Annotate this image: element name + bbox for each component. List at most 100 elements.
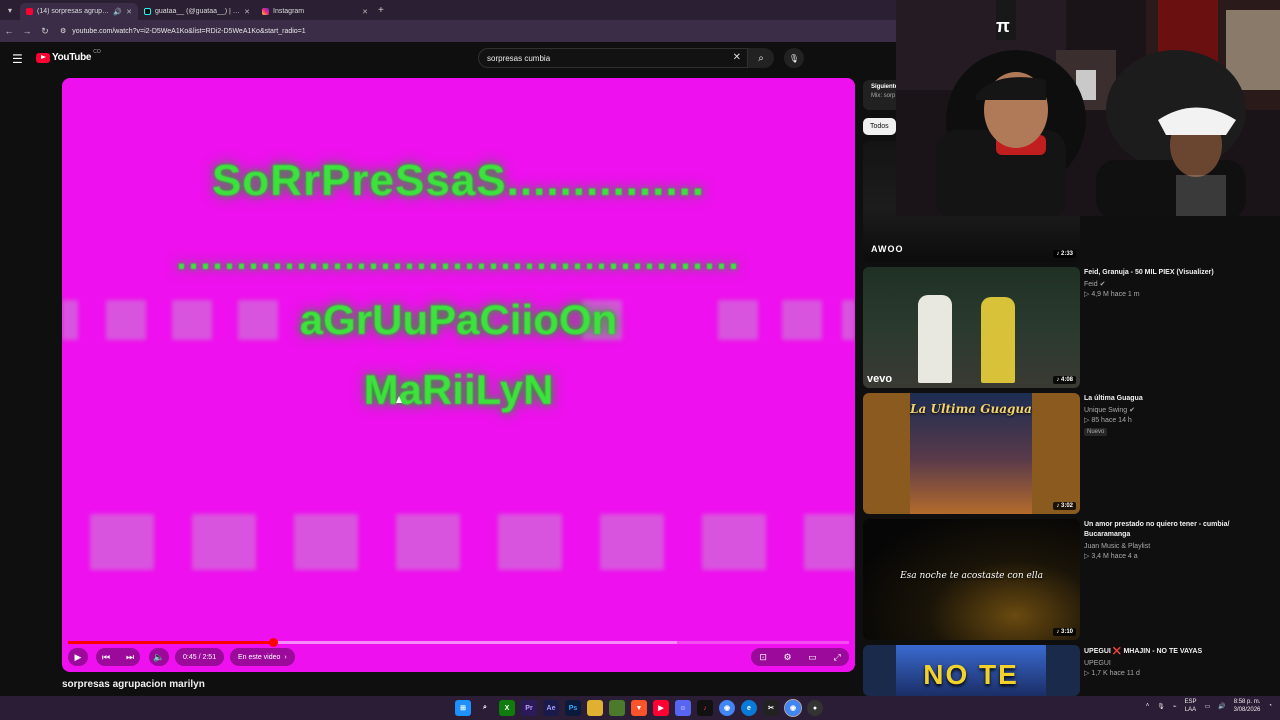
settings-icon[interactable]: ⚙ [784, 652, 792, 663]
app-icon[interactable] [609, 700, 625, 716]
channel-name: Juan Music & Playlist [1084, 543, 1151, 550]
premiere-icon[interactable]: Pr [521, 700, 537, 716]
thumbnail-text: Esa noche te acostaste con ella [900, 571, 1043, 581]
browser-tab-youtube[interactable]: (14) sorpresas agrupacion ... 🔊 ✕ [20, 3, 138, 20]
volume-icon[interactable]: 🔊 [1218, 703, 1225, 710]
chevron-up-icon[interactable]: ˄ [1146, 703, 1150, 709]
chevron-right-icon: › [284, 653, 287, 661]
thumbnail-text: La Ultima Guagua [910, 402, 1032, 416]
view-stats: 3,4 M hace 4 a [1091, 553, 1138, 560]
view-stats: 85 hace 14 h [1091, 417, 1132, 424]
after-effects-icon[interactable]: Ae [543, 700, 559, 716]
language-indicator[interactable]: ESP LAA [1185, 698, 1197, 714]
keyboard-layout: LAA [1184, 707, 1197, 713]
youtube-icon [26, 8, 33, 15]
url-field[interactable]: ⚙ youtube.com/watch?v=i2-D5WeA1Ko&list=R… [60, 27, 306, 36]
browser-tab-instagram[interactable]: Instagram ✕ [256, 3, 374, 20]
discord-icon[interactable]: ☺ [675, 700, 691, 716]
recommended-video-meta[interactable]: UPEGUI ❌ MHAJIN - NO TE VAYAS UPEGUI ▷ 1… [1084, 647, 1274, 679]
theater-mode-icon[interactable]: ▭ [808, 652, 817, 663]
video-card-title: UPEGUI ❌ MHAJIN - NO TE VAYAS [1084, 648, 1203, 655]
video-text-line: SoRrPreSsaS............... [211, 156, 706, 205]
time-display: 0:45 / 2:51 [175, 648, 225, 666]
video-blur-square [192, 514, 256, 570]
menu-icon[interactable]: ☰ [12, 52, 23, 66]
youtube-app-icon[interactable]: ▶ [653, 700, 669, 716]
next-button[interactable]: ⏭ [120, 648, 140, 666]
photoshop-icon[interactable]: Ps [565, 700, 581, 716]
chapters-button[interactable]: En este video › [230, 648, 295, 666]
video-text-line: ........................................… [176, 236, 741, 277]
chrome-active-icon[interactable]: ◉ [784, 699, 802, 717]
new-tab-icon[interactable]: + [378, 5, 384, 16]
clear-search-icon[interactable]: ✕ [733, 52, 741, 63]
recommended-video-meta[interactable]: Feid, Granuja - 50 MIL PIEX (Visualizer)… [1084, 268, 1274, 300]
network-icon[interactable]: ▭ [1205, 703, 1211, 710]
forward-icon[interactable]: → [18, 26, 36, 36]
play-icon: ▶ [74, 651, 82, 662]
tab-list-icon[interactable]: ▾ [0, 0, 20, 20]
scrubber-handle[interactable] [269, 638, 279, 647]
subtitles-icon[interactable]: ⊡ [759, 652, 767, 663]
language-code: ESP [1184, 699, 1197, 705]
video-text-line: MaRiiLyN [363, 366, 554, 413]
tiktok-app-icon[interactable]: ♪ [697, 700, 713, 716]
video-blur-square [804, 514, 855, 570]
filter-chip-all[interactable]: Todos [863, 118, 896, 135]
tab-title: guataa__ (@guataa__) | TikTok [155, 8, 240, 15]
previous-button[interactable]: ⏮ [96, 648, 116, 666]
progress-bar[interactable] [68, 638, 849, 647]
volume-button[interactable]: 🔈 [149, 648, 169, 666]
tab-title: Instagram [273, 8, 305, 15]
duration-text: 2:33 [1060, 251, 1073, 257]
fullscreen-icon[interactable]: ⤢ [833, 652, 840, 663]
search-icon: ⌕ [758, 52, 764, 64]
back-icon[interactable]: ← [0, 26, 18, 36]
video-blur-square [498, 514, 562, 570]
recommended-video-thumbnail[interactable]: La Ultima Guagua ♪ 3:02 [863, 393, 1080, 514]
microphone-icon[interactable]: 🎙 [1157, 703, 1165, 710]
capcut-icon[interactable]: ✂ [763, 700, 779, 716]
app-icon[interactable]: ● [807, 700, 823, 716]
chrome-icon[interactable]: ◉ [719, 700, 735, 716]
close-tab-icon[interactable]: ✕ [362, 8, 368, 16]
thumbnail-figure [918, 295, 952, 383]
video-player[interactable]: SoRrPreSsaS............... .............… [62, 78, 855, 672]
close-tab-icon[interactable]: ✕ [244, 8, 250, 16]
video-blur-square [294, 514, 358, 570]
time-text: 0:45 / 2:51 [183, 653, 217, 661]
edge-icon[interactable]: e [741, 700, 757, 716]
thumbnail-text: NO TE [923, 659, 1019, 690]
reload-icon[interactable]: ↻ [36, 26, 54, 37]
speaker-icon[interactable]: 🔊 [113, 8, 122, 16]
notifications-icon[interactable]: ◔ [1268, 703, 1272, 709]
duration-text: 3:02 [1060, 503, 1073, 509]
recommended-video-thumbnail[interactable]: vevo ♪ 4:08 [863, 267, 1080, 388]
recommended-video-meta[interactable]: La última Guagua Unique Swing ✔ ▷ 85 hac… [1084, 394, 1274, 436]
search-input[interactable]: sorpresas cumbia ✕ [478, 48, 748, 68]
duration-badge: ♪ 3:02 [1053, 502, 1076, 510]
recommended-video-thumbnail[interactable]: NO TE [863, 645, 1080, 696]
search-button[interactable]: ⌕ [748, 48, 774, 68]
usb-icon[interactable]: ⌁ [1173, 703, 1177, 710]
played-bar [68, 641, 274, 644]
recommended-video-meta[interactable]: Un amor prestado no quiero tener - cumbi… [1084, 520, 1274, 562]
youtube-logo[interactable]: YouTube CO [36, 49, 101, 63]
logo-mark: π [996, 16, 1010, 36]
video-text-line: aGrUuPaCiioOn [299, 296, 618, 343]
chip-label: Todos [870, 123, 889, 130]
close-tab-icon[interactable]: ✕ [126, 8, 132, 16]
start-icon[interactable]: ⊞ [455, 700, 471, 716]
taskbar-apps: ⊞ ⌕ X Pr Ae Ps ▼ ▶ ☺ ♪ ◉ e ✂ ◉ ● [455, 699, 823, 717]
xbox-icon[interactable]: X [499, 700, 515, 716]
file-explorer-icon[interactable] [587, 700, 603, 716]
search-icon[interactable]: ⌕ [477, 700, 493, 716]
recommended-video-thumbnail[interactable]: Esa noche te acostaste con ella ♪ 3:10 [863, 519, 1080, 640]
brave-icon[interactable]: ▼ [631, 700, 647, 716]
site-info-icon[interactable]: ⚙ [60, 27, 66, 35]
clock[interactable]: 8:58 p. m. 3/08/2026 [1234, 698, 1261, 714]
browser-tab-tiktok[interactable]: guataa__ (@guataa__) | TikTok ✕ [138, 3, 256, 20]
tiktok-icon [144, 8, 151, 15]
voice-search-button[interactable]: 🎙 [784, 48, 804, 68]
play-button[interactable]: ▶ [68, 648, 88, 666]
